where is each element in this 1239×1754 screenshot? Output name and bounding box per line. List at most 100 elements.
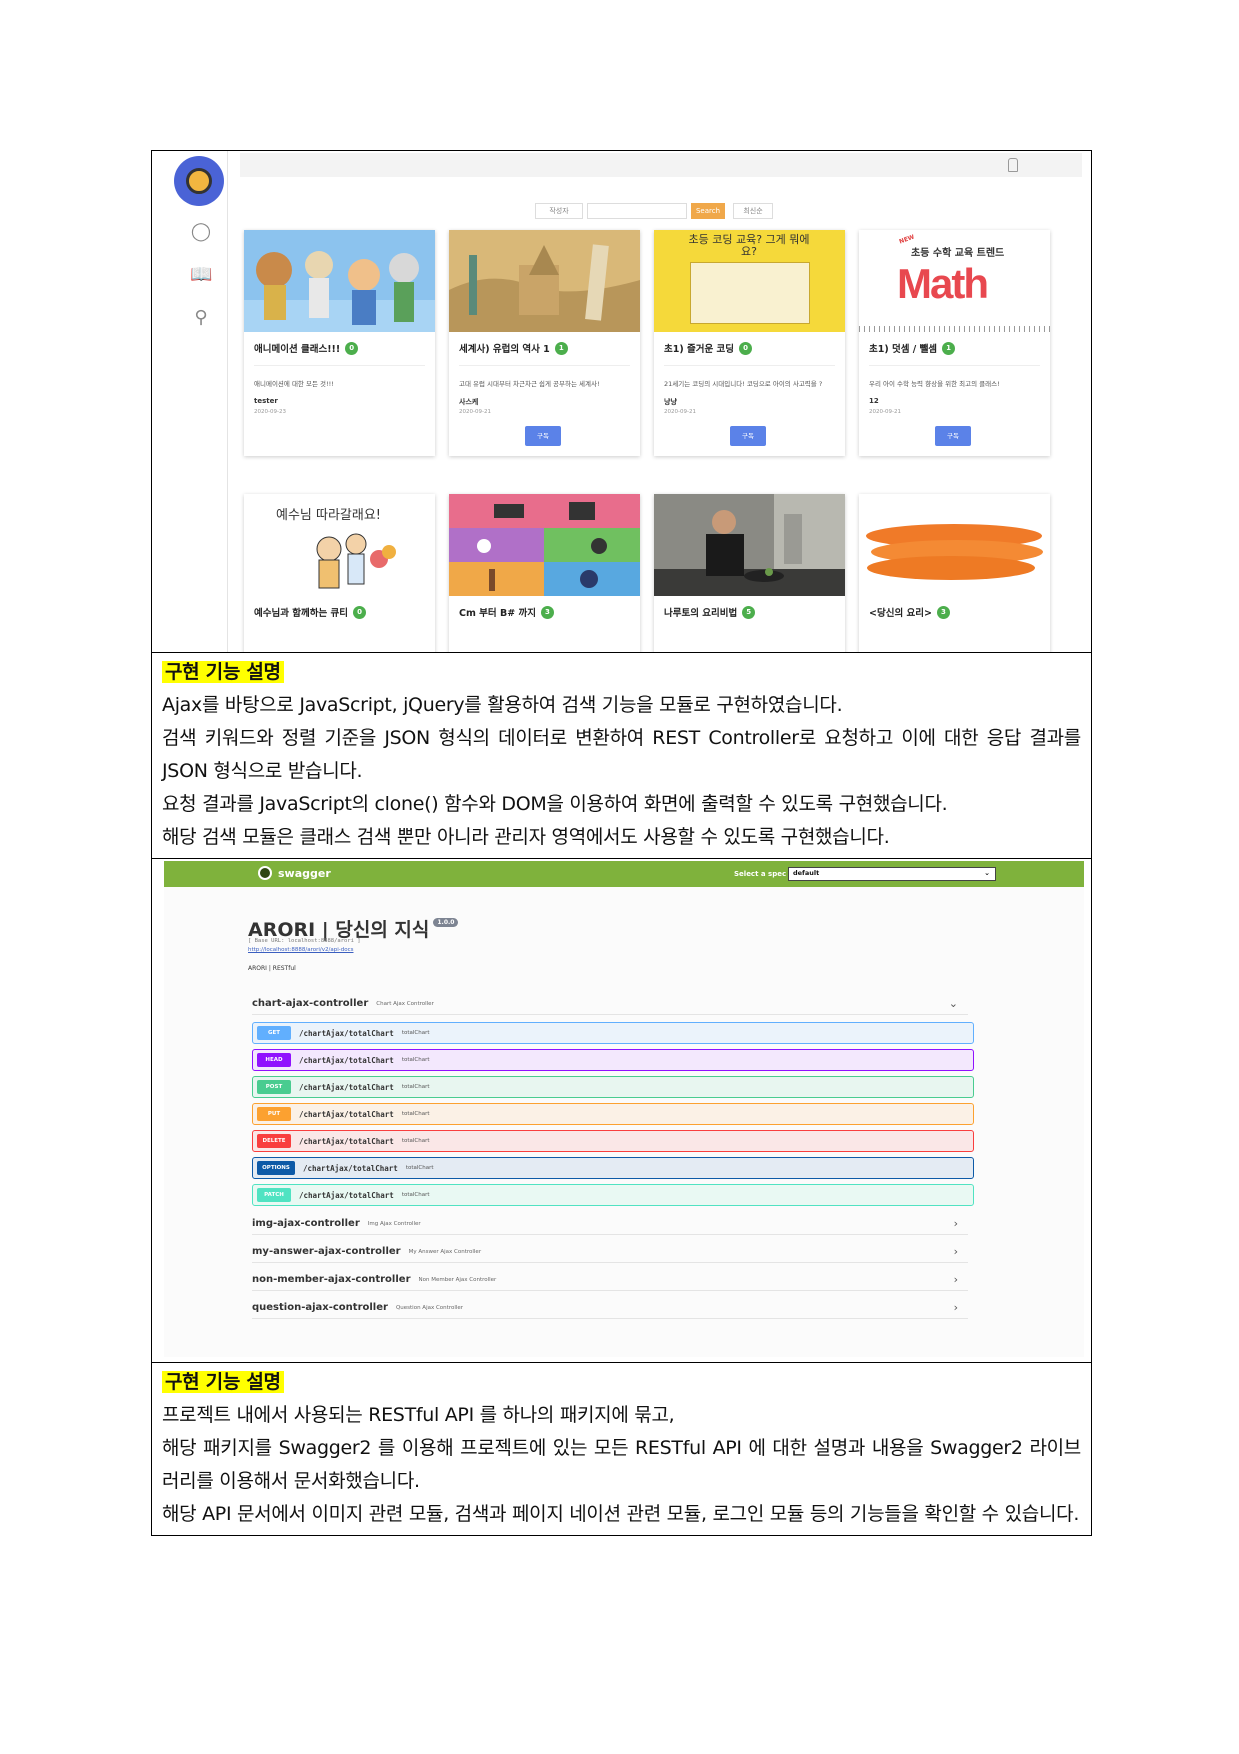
search-input[interactable] [587,203,687,219]
card-author: 냥냥 [664,398,677,406]
method-badge: PUT [257,1107,291,1121]
api-description: ARORI | RESTful [248,965,296,972]
method-badge: POST [257,1080,291,1094]
count-badge: 0 [739,341,753,355]
card-title: <당신의 요리> 3 [869,605,950,619]
operation-summary: totalChart [401,1111,430,1117]
operation-patch[interactable]: PATCH /chartAjax/totalChart totalChart [252,1184,974,1206]
chevron-right-icon: › [953,1245,958,1258]
card-date: 2020-09-23 [254,409,286,415]
card-title: 초1) 즐거운 코딩 0 [664,341,753,355]
operation-path: /chartAjax/totalChart [299,1190,394,1200]
card-author: 12 [869,397,879,405]
card-thumbnail: 초등 코딩 교육? 그게 뭐에요? [654,230,845,332]
operation-head[interactable]: HEAD /chartAjax/totalChart totalChart [252,1049,974,1071]
operation-summary: totalChart [401,1192,430,1198]
controller-chart-ajax[interactable]: chart-ajax-controller Chart Ajax Controll… [252,993,968,1015]
operation-path: /chartAjax/totalChart [303,1163,398,1173]
count-badge: 5 [742,605,756,619]
card-title: 나루토의 요리비법 5 [664,605,756,619]
subscribe-button[interactable]: 구독 [525,426,561,446]
count-badge: 1 [554,341,568,355]
card-title: 예수님과 함께하는 큐티 0 [254,605,367,619]
class-card[interactable]: 초등 코딩 교육? 그게 뭐에요? 초1) 즐거운 코딩 0 21세기는 코딩의 … [654,230,845,456]
operation-options[interactable]: OPTIONS /chartAjax/totalChart totalChart [252,1157,974,1179]
count-badge: 0 [345,341,359,355]
user-icon[interactable]: ◯ [190,221,212,243]
document-table: ◯ 📖 ⚲ 작성자 Search 최신순 애니메이션 클래스!!! 0 애니메이… [151,150,1092,1536]
card-thumbnail: 예수님 따라갈래요! [244,494,435,596]
sidebar: ◯ 📖 ⚲ [164,151,228,652]
description-line: 해당 패키지를 Swagger2 를 이용해 프로젝트에 있는 모든 RESTf… [162,1437,1081,1492]
card-title: 애니메이션 클래스!!! 0 [254,341,359,355]
card-date: 2020-09-21 [869,409,901,415]
section-heading: 구현 기능 설명 [162,661,284,683]
class-card[interactable]: NEW 초등 수학 교육 트렌드 Math 초1) 덧셈 / 뺄셈 1 우리 아이… [859,230,1050,456]
class-search-screenshot: ◯ 📖 ⚲ 작성자 Search 최신순 애니메이션 클래스!!! 0 애니메이… [152,151,1091,653]
card-title: 초1) 덧셈 / 뺄셈 1 [869,341,956,355]
search-icon[interactable]: ⚲ [190,307,212,329]
swagger-icon [258,866,272,880]
filter-select[interactable]: 작성자 [535,203,583,219]
card-title: 세계사) 유럽의 역사 11 [459,341,568,355]
method-badge: HEAD [257,1053,291,1067]
card-description: 애니메이션에 대한 모든 것!!! [254,380,334,388]
swagger-topbar: swagger Select a spec default ⌄ [164,861,1084,887]
api-docs-link[interactable]: http://localhost:8888/arori/v2/api-docs [248,947,354,953]
card-description: 고대 유럽 시대부터 차근차근 쉽게 공부하는 세계사! [459,380,600,388]
card-description: 21세기는 코딩의 시대입니다! 코딩으로 아이의 사고력을 ? [664,380,823,388]
description-line: 해당 API 문서에서 이미지 관련 모듈, 검색과 페이지 네이션 관련 모듈… [162,1503,1080,1525]
chevron-right-icon: › [953,1273,958,1286]
card-thumbnail [859,494,1050,596]
operation-summary: totalChart [401,1030,430,1036]
base-url: [ Base URL: localhost:8888/arori ] [248,938,361,944]
class-card[interactable]: 애니메이션 클래스!!! 0 애니메이션에 대한 모든 것!!! tester 2… [244,230,435,456]
operation-post[interactable]: POST /chartAjax/totalChart totalChart [252,1076,974,1098]
top-bar [240,153,1082,177]
class-card[interactable]: 나루토의 요리비법 5 [654,494,845,652]
section-heading: 구현 기능 설명 [162,1371,284,1393]
swagger-screenshot: swagger Select a spec default ⌄ ARORI | 당… [152,859,1091,1363]
controller-question-ajax[interactable]: question-ajax-controller Question Ajax Co… [252,1297,968,1319]
operation-put[interactable]: PUT /chartAjax/totalChart totalChart [252,1103,974,1125]
controller-my-answer-ajax[interactable]: my-answer-ajax-controller My Answer Ajax … [252,1241,968,1263]
description-section-1: 구현 기능 설명 Ajax를 바탕으로 JavaScript, jQuery를 … [152,653,1091,859]
method-badge: OPTIONS [257,1161,295,1175]
description-line: 검색 키워드와 정렬 기준을 JSON 형식의 데이터로 변환하여 REST C… [162,727,1081,782]
class-card[interactable]: Cm 부터 B# 까지 3 [449,494,640,652]
book-icon[interactable]: 📖 [190,264,212,286]
operation-summary: totalChart [401,1057,430,1063]
operation-summary: totalChart [401,1138,430,1144]
owl-logo-avatar[interactable] [174,156,224,206]
operation-delete[interactable]: DELETE /chartAjax/totalChart totalChart [252,1130,974,1152]
card-author: 사스케 [459,398,479,406]
description-line: Ajax를 바탕으로 JavaScript, jQuery를 활용하여 검색 기… [162,694,843,716]
description-section-2: 구현 기능 설명 프로젝트 내에서 사용되는 RESTful API 를 하나의… [152,1363,1091,1535]
card-thumbnail [449,494,640,596]
chevron-down-icon: ⌄ [984,869,990,877]
card-thumbnail: NEW 초등 수학 교육 트렌드 Math [859,230,1050,332]
chevron-right-icon: › [953,1301,958,1314]
method-badge: DELETE [257,1134,291,1148]
description-line: 해당 검색 모듈은 클래스 검색 뿐만 아니라 관리자 영역에서도 사용할 수 … [162,826,890,848]
class-card[interactable]: <당신의 요리> 3 [859,494,1050,652]
controller-non-member-ajax[interactable]: non-member-ajax-controller Non Member Aja… [252,1269,968,1291]
bell-icon[interactable] [1008,158,1018,172]
chevron-down-icon: ⌄ [948,997,958,1010]
swagger-logo[interactable]: swagger [258,866,331,880]
search-button[interactable]: Search [691,203,725,219]
description-line: 프로젝트 내에서 사용되는 RESTful API 를 하나의 패키지에 묶고, [162,1404,675,1426]
card-date: 2020-09-21 [664,409,696,415]
class-card[interactable]: 세계사) 유럽의 역사 11 고대 유럽 시대부터 차근차근 쉽게 공부하는 세… [449,230,640,456]
description-line: 요청 결과를 JavaScript의 clone() 함수와 DOM을 이용하여… [162,793,948,815]
class-card[interactable]: 예수님 따라갈래요! 예수님과 함께하는 큐티 0 [244,494,435,652]
operation-path: /chartAjax/totalChart [299,1082,394,1092]
subscribe-button[interactable]: 구독 [730,426,766,446]
spec-select[interactable]: default ⌄ [788,867,996,881]
controller-img-ajax[interactable]: img-ajax-controller Img Ajax Controller › [252,1213,968,1235]
subscribe-button[interactable]: 구독 [935,426,971,446]
sort-select[interactable]: 최신순 [733,203,773,219]
operation-get[interactable]: GET /chartAjax/totalChart totalChart [252,1022,974,1044]
count-badge: 3 [936,605,950,619]
count-badge: 3 [540,605,554,619]
